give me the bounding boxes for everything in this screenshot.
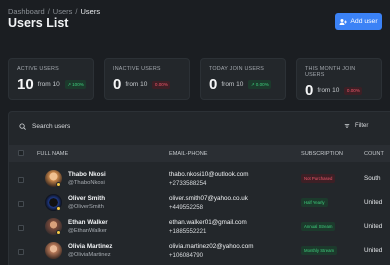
online-status-dot (56, 206, 61, 211)
trend-badge: 0.00% (152, 80, 171, 89)
add-user-label: Add user (350, 18, 378, 25)
user-country: South (364, 175, 381, 182)
avatar (45, 242, 62, 259)
table-row[interactable]: Ethan Walker @EthanWalker ethan.walker01… (9, 216, 390, 240)
subscription-badge: Half Yearly (301, 198, 328, 207)
add-user-button[interactable]: Add user (335, 13, 382, 30)
header-email-phone[interactable]: EMAIL-PHONE (169, 151, 208, 157)
user-handle: @OliviaMartinez (68, 252, 111, 258)
stat-card-month-join: THIS MONTH JOIN USERS 0 from 10 0.00% (296, 58, 382, 100)
row-checkbox[interactable] (18, 177, 24, 183)
search-input[interactable]: Search users (19, 123, 70, 130)
trend-up-icon: ↗ (250, 81, 255, 87)
stat-card-today-join: TODAY JOIN USERS 0 from 10 ↗ 0.00% (200, 58, 286, 100)
header-full-name[interactable]: FULL NAME (37, 151, 68, 157)
search-icon (19, 123, 26, 130)
breadcrumb-dashboard[interactable]: Dashboard (8, 7, 45, 16)
user-phone: +449552258 (169, 204, 204, 211)
table-row[interactable]: Olivia Martinez @OliviaMartinez olivia.m… (9, 240, 390, 264)
trend-badge: ↗ 0.00% (248, 80, 272, 89)
user-phone: +1885552221 (169, 228, 207, 235)
card-label: ACTIVE USERS (17, 66, 59, 72)
filter-label: Filter (355, 123, 369, 129)
card-label: THIS MONTH JOIN USERS (305, 66, 356, 78)
breadcrumb: Dashboard / Users / Users (8, 7, 100, 16)
user-email: thabo.nkosi10@outlook.com (169, 171, 249, 178)
table-row[interactable]: Oliver Smith @OliverSmith oliver.smith07… (9, 192, 390, 216)
add-user-icon (339, 18, 348, 25)
breadcrumb-users[interactable]: Users (53, 7, 73, 16)
user-handle: @ThaboNkosi (68, 180, 105, 186)
stat-card-inactive-users: INACTIVE USERS 0 from 10 0.00% (104, 58, 190, 100)
users-table-panel: Search users Filter FULL NAME EMAIL-PHON… (8, 111, 390, 265)
user-country: United (364, 223, 383, 230)
row-checkbox[interactable] (18, 225, 24, 231)
breadcrumb-separator: / (47, 7, 50, 16)
user-handle: @OliverSmith (68, 204, 104, 210)
trend-badge: 0.00% (344, 86, 363, 95)
user-handle: @EthanWalker (68, 228, 107, 234)
subscription-badge: Not Purchased (301, 174, 336, 183)
card-value: 0 (113, 76, 122, 93)
user-name: Oliver Smith (68, 195, 106, 202)
breadcrumb-current: Users (80, 7, 101, 16)
card-value: 0 (209, 76, 218, 93)
user-email: olivia.martinez02@yahoo.com (169, 243, 254, 250)
online-status-dot (56, 182, 61, 187)
trend-badge: ↗ 100% (64, 80, 87, 89)
page-title: Users List (8, 16, 69, 30)
subscription-badge: Monthly Stream (301, 246, 338, 255)
card-label: TODAY JOIN USERS (209, 66, 265, 72)
stat-card-active-users: ACTIVE USERS 10 from 10 ↗ 100% (8, 58, 94, 100)
search-placeholder: Search users (32, 123, 71, 130)
user-phone: +2733588254 (169, 180, 207, 187)
user-country: United (364, 199, 383, 206)
user-country: United (364, 247, 383, 254)
row-checkbox[interactable] (18, 249, 24, 255)
user-phone: +106084790 (169, 252, 204, 259)
user-name: Olivia Martinez (68, 243, 113, 250)
subscription-badge: Annual Stream (301, 222, 336, 231)
row-checkbox[interactable] (18, 201, 24, 207)
card-from: from 10 (37, 81, 60, 88)
table-header: FULL NAME EMAIL-PHONE SUBSCRIPTION COUNT (9, 145, 390, 162)
header-subscription[interactable]: SUBSCRIPTION (301, 151, 343, 157)
card-label: INACTIVE USERS (113, 66, 161, 72)
card-from: from 10 (221, 81, 244, 88)
table-row[interactable]: Thabo Nkosi @ThaboNkosi thabo.nkosi10@ou… (9, 168, 390, 192)
user-email: oliver.smith07@yahoo.co.uk (169, 195, 248, 202)
card-from: from 10 (125, 81, 148, 88)
trend-up-icon: ↗ (67, 81, 72, 87)
header-country[interactable]: COUNT (364, 151, 384, 157)
breadcrumb-separator: / (75, 7, 78, 16)
filter-button[interactable]: Filter (344, 123, 368, 129)
user-name: Thabo Nkosi (68, 171, 106, 178)
filter-icon (344, 124, 350, 128)
online-status-dot (56, 230, 61, 235)
user-name: Ethan Walker (68, 219, 108, 226)
card-value: 0 (305, 82, 314, 99)
card-value: 10 (17, 76, 34, 93)
card-from: from 10 (317, 87, 340, 94)
select-all-checkbox[interactable] (18, 150, 24, 156)
user-email: ethan.walker01@gmail.com (169, 219, 247, 226)
